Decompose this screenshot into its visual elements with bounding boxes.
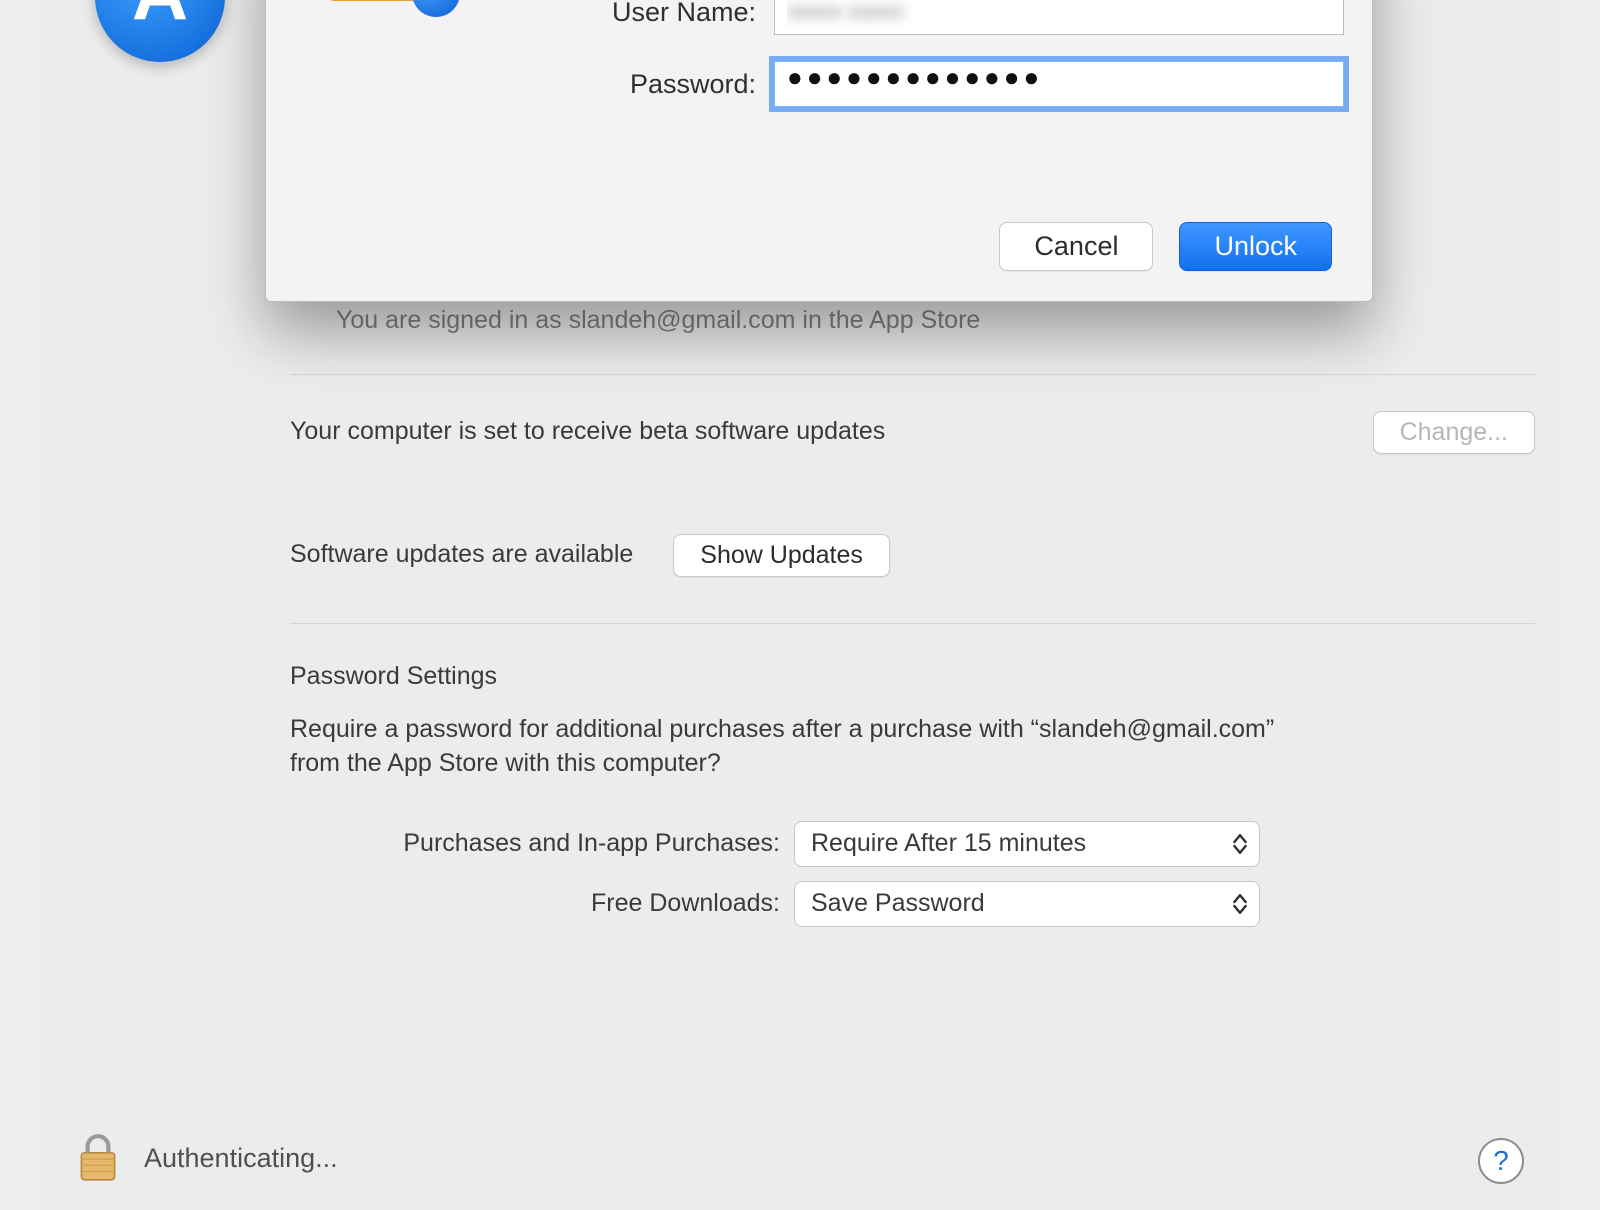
- lock-icon[interactable]: [76, 1132, 120, 1184]
- beta-updates-row: Your computer is set to receive beta sof…: [290, 411, 1535, 454]
- show-updates-button[interactable]: Show Updates: [673, 534, 890, 577]
- purchases-label: Purchases and In-app Purchases:: [290, 827, 794, 861]
- app-store-icon: [95, 0, 225, 62]
- software-updates-label: Software updates are available: [290, 538, 633, 572]
- password-field[interactable]: ●●●●●●●●●●●●●: [774, 61, 1344, 107]
- chevron-updown-icon: [1227, 886, 1253, 922]
- divider: [290, 623, 1535, 624]
- unlock-button[interactable]: Unlock: [1179, 222, 1332, 271]
- help-button[interactable]: ?: [1478, 1138, 1524, 1184]
- app-store-preferences-window: Automatically download apps purchased on…: [40, 0, 1560, 1210]
- auth-status: Authenticating...: [144, 1143, 338, 1174]
- password-mask: ●●●●●●●●●●●●●: [787, 62, 1043, 92]
- password-settings-heading: Password Settings: [290, 660, 1535, 694]
- username-row: User Name:: [416, 0, 1344, 35]
- divider: [290, 374, 1535, 375]
- password-settings-body: Require a password for additional purcha…: [290, 713, 1310, 781]
- username-label: User Name:: [416, 0, 774, 28]
- chevron-updown-icon: [1227, 826, 1253, 862]
- cancel-button[interactable]: Cancel: [999, 222, 1153, 271]
- password-label: Password:: [416, 69, 774, 100]
- footer: Authenticating...: [40, 1132, 1560, 1184]
- preferences-content: Automatically download apps purchased on…: [290, 270, 1535, 927]
- beta-updates-label: Your computer is set to receive beta sof…: [290, 415, 1373, 449]
- free-downloads-row: Free Downloads: Save Password: [290, 881, 1535, 927]
- free-downloads-select-value: Save Password: [811, 887, 985, 921]
- signed-in-label: You are signed in as slandeh@gmail.com i…: [336, 304, 1060, 338]
- software-updates-row: Software updates are available Show Upda…: [290, 534, 1535, 577]
- username-field[interactable]: [774, 0, 1344, 35]
- dialog-actions: Cancel Unlock: [999, 222, 1332, 271]
- help-icon: ?: [1493, 1145, 1509, 1177]
- change-button[interactable]: Change...: [1373, 411, 1535, 454]
- auth-dialog: – Enter your password to allow this. Use…: [265, 0, 1373, 302]
- free-downloads-label: Free Downloads:: [290, 887, 794, 921]
- free-downloads-select[interactable]: Save Password: [794, 881, 1260, 927]
- password-row: Password: ●●●●●●●●●●●●●: [416, 61, 1344, 107]
- purchases-select[interactable]: Require After 15 minutes: [794, 821, 1260, 867]
- purchases-select-value: Require After 15 minutes: [811, 827, 1086, 861]
- purchases-row: Purchases and In-app Purchases: Require …: [290, 821, 1535, 867]
